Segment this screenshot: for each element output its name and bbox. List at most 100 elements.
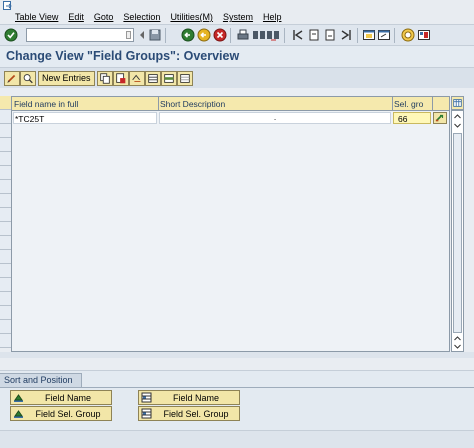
command-history-dropdown[interactable]: [126, 31, 131, 39]
menu-bar: Table View Edit Goto Selection Utilities…: [0, 0, 474, 24]
copy-icon[interactable]: [97, 71, 113, 86]
row-selector-column: [0, 96, 12, 352]
menu-table-view[interactable]: Table View: [15, 11, 58, 23]
position-field-sel-group-button[interactable]: Field Sel. Group: [138, 406, 240, 421]
menu-system[interactable]: System: [223, 11, 253, 23]
display-icon[interactable]: [20, 71, 36, 86]
select-block-icon[interactable]: [161, 71, 177, 86]
sort-position-title: Sort and Position: [0, 373, 82, 387]
position-icon: [141, 392, 152, 403]
toolbar-separator: [284, 28, 285, 43]
shortcut-icon[interactable]: [377, 28, 391, 42]
column-header-field-name[interactable]: Field name in full: [14, 99, 78, 109]
scroll-up-icon[interactable]: [453, 112, 462, 121]
row-selector[interactable]: [0, 250, 11, 264]
table-control: Field name in full Short Description Sel…: [0, 90, 474, 358]
column-divider: [392, 97, 393, 111]
sort-ascending-icon: [14, 410, 23, 418]
row-selector[interactable]: [0, 110, 11, 124]
select-all-rows-button[interactable]: [0, 96, 11, 110]
display-change-icon[interactable]: [4, 71, 20, 86]
new-entries-button[interactable]: New Entries: [38, 71, 95, 86]
deselect-all-icon[interactable]: [177, 71, 193, 86]
title-bar: Change View "Field Groups": Overview: [0, 46, 474, 67]
short-description-cell[interactable]: ·: [159, 112, 391, 124]
details-icon[interactable]: [433, 112, 447, 124]
select-all-icon[interactable]: [145, 71, 161, 86]
standard-toolbar: [0, 24, 474, 46]
delete-icon[interactable]: [113, 71, 129, 86]
row-selector[interactable]: [0, 166, 11, 180]
column-divider: [432, 97, 433, 111]
exit-icon[interactable]: [197, 28, 211, 42]
first-page-icon[interactable]: [291, 28, 305, 42]
row-selector[interactable]: [0, 292, 11, 306]
enter-icon[interactable]: [4, 28, 18, 42]
next-page-icon[interactable]: [323, 28, 337, 42]
back-icon[interactable]: [181, 28, 195, 42]
row-selector[interactable]: [0, 194, 11, 208]
menu-goto[interactable]: Goto: [94, 11, 114, 23]
print-icon[interactable]: [236, 28, 250, 42]
row-selector[interactable]: [0, 222, 11, 236]
new-session-icon[interactable]: [362, 28, 376, 42]
table-settings-icon[interactable]: [451, 96, 464, 110]
previous-page-icon[interactable]: [307, 28, 321, 42]
row-selector[interactable]: [0, 152, 11, 166]
scroll-page-down-icon[interactable]: [453, 342, 462, 351]
command-field[interactable]: [26, 28, 134, 42]
row-selector[interactable]: [0, 334, 11, 348]
toolbar-separator: [357, 28, 358, 43]
vertical-scrollbar[interactable]: [451, 110, 464, 352]
help-icon[interactable]: [401, 28, 415, 42]
position-field-name-label: Field Name: [172, 393, 219, 403]
menu-selection[interactable]: Selection: [123, 11, 160, 23]
row-selector[interactable]: [0, 124, 11, 138]
row-selector[interactable]: [0, 208, 11, 222]
menu-help[interactable]: Help: [263, 11, 282, 23]
row-selector[interactable]: [0, 236, 11, 250]
toolbar-separator: [165, 28, 166, 43]
command-input[interactable]: [27, 29, 123, 41]
menu-utilities[interactable]: Utilities(M): [170, 11, 213, 23]
sort-position-box: Field Name Field Sel. Group Field Name F…: [0, 387, 474, 431]
menu-edit[interactable]: Edit: [68, 11, 84, 23]
table-grid: Field name in full Short Description Sel…: [12, 96, 450, 352]
short-description-text: ·: [273, 114, 277, 124]
sort-field-sel-group-button[interactable]: Field Sel. Group: [10, 406, 112, 421]
table-header: Field name in full Short Description Sel…: [12, 97, 449, 111]
save-disk-icon[interactable]: [148, 28, 162, 42]
scroll-thumb[interactable]: [453, 133, 462, 333]
table-row: *TC25T · 66: [12, 111, 449, 125]
row-selector[interactable]: [0, 264, 11, 278]
application-toolbar: New Entries: [0, 67, 474, 88]
column-header-sel-group[interactable]: Sel. gro: [394, 99, 423, 109]
last-page-icon[interactable]: [339, 28, 353, 42]
layout-icon[interactable]: [417, 28, 431, 42]
column-header-short-description[interactable]: Short Description: [160, 99, 225, 109]
scroll-down-icon[interactable]: [453, 121, 462, 130]
find-icon[interactable]: [252, 28, 266, 42]
row-selector[interactable]: [0, 306, 11, 320]
find-next-icon[interactable]: [266, 28, 280, 42]
position-field-name-button[interactable]: Field Name: [138, 390, 240, 405]
sort-position-panel: Sort and Position Field Name Field Sel. …: [0, 370, 474, 430]
status-bar: [0, 430, 474, 448]
row-selector[interactable]: [0, 278, 11, 292]
save-icon[interactable]: [137, 28, 147, 42]
sort-field-name-label: Field Name: [44, 393, 91, 403]
column-divider: [158, 97, 159, 111]
horizontal-scrollbar[interactable]: [0, 352, 474, 358]
sel-group-cell[interactable]: 66: [393, 112, 431, 124]
undo-change-icon[interactable]: [129, 71, 145, 86]
cancel-icon[interactable]: [213, 28, 227, 42]
field-name-cell[interactable]: *TC25T: [13, 112, 157, 124]
row-selector[interactable]: [0, 320, 11, 334]
row-selector[interactable]: [0, 180, 11, 194]
toolbar-separator: [394, 28, 395, 43]
sap-menu-icon[interactable]: [3, 1, 13, 11]
row-selector[interactable]: [0, 138, 11, 152]
position-field-sel-group-label: Field Sel. Group: [163, 409, 229, 419]
sort-field-name-button[interactable]: Field Name: [10, 390, 112, 405]
position-icon: [141, 408, 152, 419]
